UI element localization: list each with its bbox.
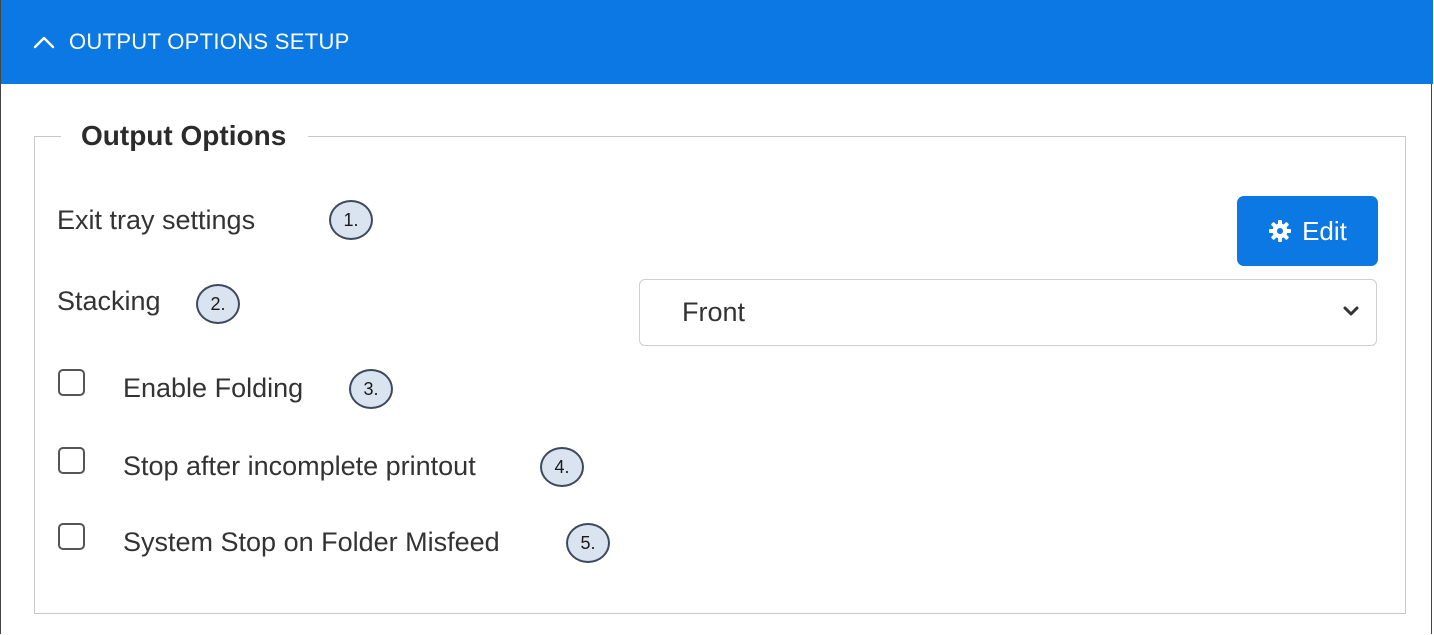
callout-badge-4: 4. xyxy=(540,447,584,487)
edit-button[interactable]: Edit xyxy=(1237,196,1378,266)
panel-title: OUTPUT OPTIONS SETUP xyxy=(69,29,350,54)
output-options-panel: OUTPUT OPTIONS SETUP Output Options Exit… xyxy=(0,0,1433,634)
stacking-label: Stacking xyxy=(57,286,161,316)
callout-badge-5: 5. xyxy=(566,523,610,563)
callout-badge-2: 2. xyxy=(196,284,240,324)
stop-after-incomplete-checkbox[interactable] xyxy=(58,447,85,474)
chevron-up-icon xyxy=(31,34,57,50)
group-legend: Output Options xyxy=(81,120,287,151)
callout-badge-1: 1. xyxy=(329,200,373,240)
stop-after-incomplete-label: Stop after incomplete printout xyxy=(123,451,476,481)
enable-folding-checkbox[interactable] xyxy=(58,369,85,396)
stacking-select-value: Front xyxy=(682,297,746,327)
edit-button-label: Edit xyxy=(1302,215,1347,246)
gear-icon xyxy=(1268,219,1292,243)
callout-badge-3: 3. xyxy=(349,369,393,409)
stacking-select[interactable]: Front xyxy=(639,279,1377,346)
exit-tray-label: Exit tray settings xyxy=(57,205,256,235)
chevron-down-icon xyxy=(1342,304,1362,320)
panel-header-toggle[interactable]: OUTPUT OPTIONS SETUP xyxy=(1,0,1433,84)
system-stop-misfeed-checkbox[interactable] xyxy=(58,523,85,550)
system-stop-misfeed-label: System Stop on Folder Misfeed xyxy=(123,527,500,557)
enable-folding-label: Enable Folding xyxy=(123,373,304,403)
